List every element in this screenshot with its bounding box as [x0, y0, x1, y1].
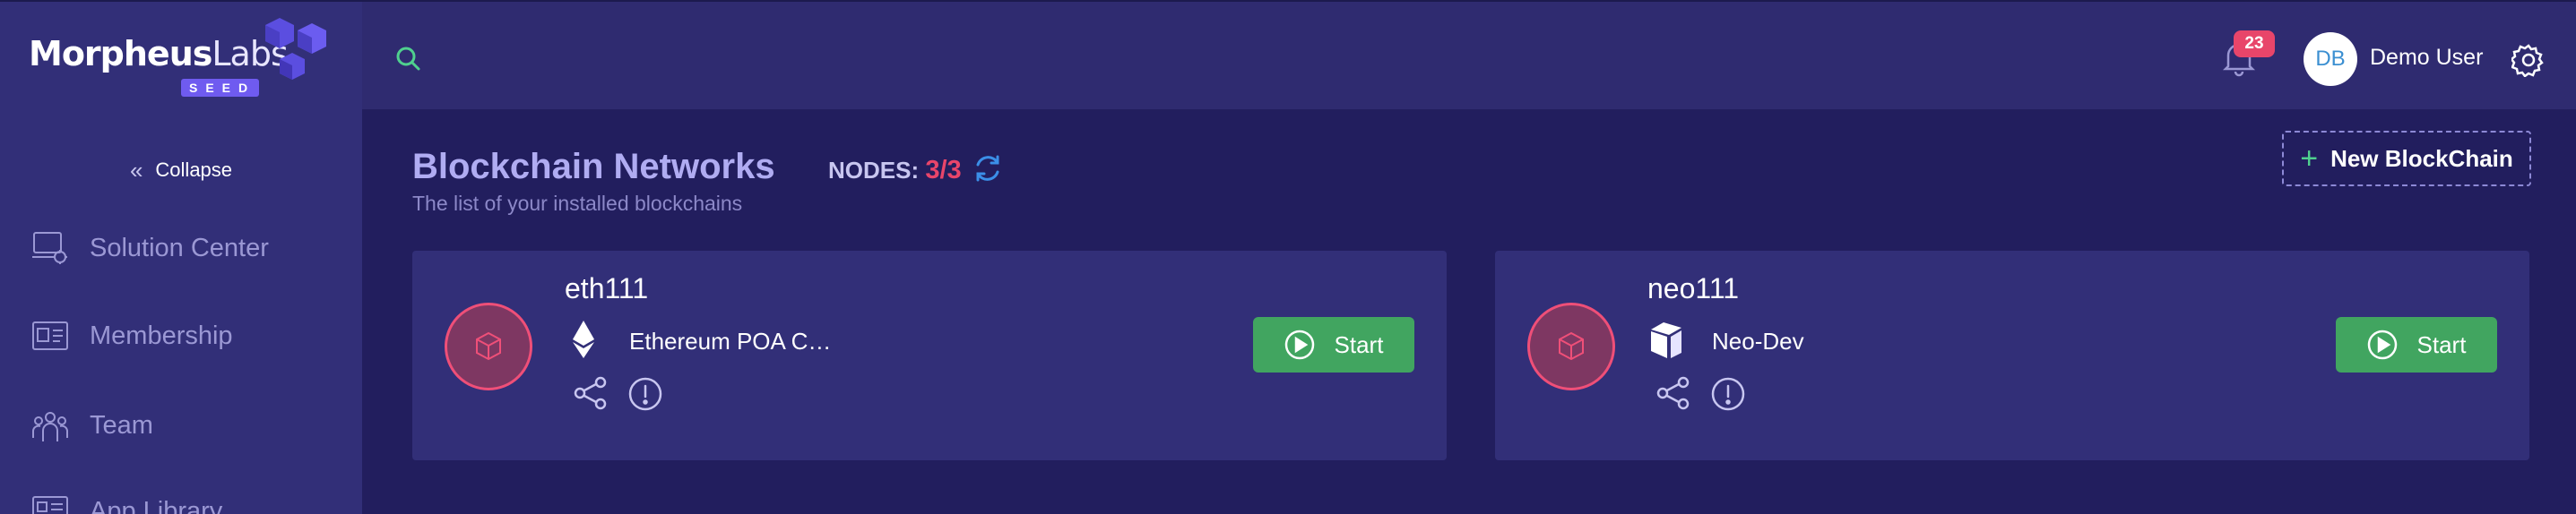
new-blockchain-button[interactable]: + New BlockChain — [2282, 131, 2531, 186]
ethereum-icon — [573, 321, 594, 358]
membership-icon — [32, 321, 68, 350]
blockchain-type: Ethereum POA C… — [629, 328, 832, 355]
share-icon[interactable] — [572, 374, 609, 412]
brand-wordmark: MorpheusLabs — [29, 34, 289, 73]
sidebar-item-label: App Library — [90, 496, 223, 514]
info-icon[interactable] — [1710, 376, 1746, 412]
info-icon[interactable] — [627, 376, 663, 412]
notification-badge: 23 — [2234, 30, 2275, 57]
neo-icon — [1651, 322, 1681, 358]
nodes-value: 3/3 — [925, 156, 962, 184]
sidebar-item-solution-center[interactable]: Solution Center — [30, 226, 335, 270]
plus-icon: + — [2300, 141, 2319, 176]
sidebar-item-label: Solution Center — [90, 233, 269, 262]
nodes-status: NODES: 3/3 — [828, 156, 962, 185]
sidebar: MorpheusLabs SEED « Collapse Solution Ce… — [0, 0, 362, 514]
sidebar-item-team[interactable]: Team — [30, 403, 335, 448]
refresh-icon[interactable] — [972, 152, 1004, 184]
collapse-button[interactable]: « Collapse — [0, 152, 362, 188]
sidebar-item-label: Membership — [90, 321, 233, 350]
double-chevron-left-icon: « — [129, 157, 143, 184]
nodes-label: NODES: — [828, 157, 920, 184]
page-subtitle: The list of your installed blockchains — [412, 192, 743, 215]
start-label: Start — [1334, 330, 1384, 358]
start-label: Start — [2416, 330, 2467, 358]
blockchain-card: eth111 Ethereum POA C… Start — [412, 251, 1447, 460]
cubes-logo-icon — [265, 18, 326, 80]
sidebar-item-app-library[interactable]: App Library — [30, 489, 335, 514]
user-name[interactable]: Demo User — [2370, 45, 2483, 71]
cube-icon — [1559, 331, 1584, 361]
sidebar-item-membership[interactable]: Membership — [30, 313, 335, 358]
page-title: Blockchain Networks — [412, 147, 775, 186]
blockchain-name: neo111 — [1647, 272, 1740, 304]
solution-center-icon — [32, 232, 67, 264]
start-button[interactable]: Start — [2336, 317, 2497, 373]
sidebar-item-label: Team — [90, 410, 153, 440]
search-icon[interactable] — [394, 45, 421, 72]
blockchain-card: neo111 Neo-Dev Start — [1495, 251, 2529, 460]
blockchain-type: Neo-Dev — [1712, 328, 1804, 355]
app-library-icon — [32, 496, 68, 514]
blockchain-name: eth111 — [565, 272, 649, 304]
start-button[interactable]: Start — [1253, 317, 1414, 373]
share-icon[interactable] — [1655, 374, 1692, 412]
play-icon — [2367, 330, 2397, 360]
avatar[interactable]: DB — [2304, 32, 2357, 86]
blockchain-status-ring — [445, 303, 532, 390]
team-icon — [32, 412, 68, 441]
brand-seed-tag: SEED — [181, 79, 260, 97]
brand-logo[interactable]: MorpheusLabs SEED — [29, 14, 326, 97]
cube-icon — [476, 331, 501, 361]
gear-icon[interactable] — [2511, 43, 2546, 77]
new-blockchain-label: New BlockChain — [2330, 144, 2513, 172]
blockchain-status-ring — [1527, 303, 1615, 390]
collapse-label: Collapse — [155, 158, 233, 181]
play-icon — [1284, 330, 1314, 360]
top-header: 23 DB Demo User — [362, 0, 2576, 109]
